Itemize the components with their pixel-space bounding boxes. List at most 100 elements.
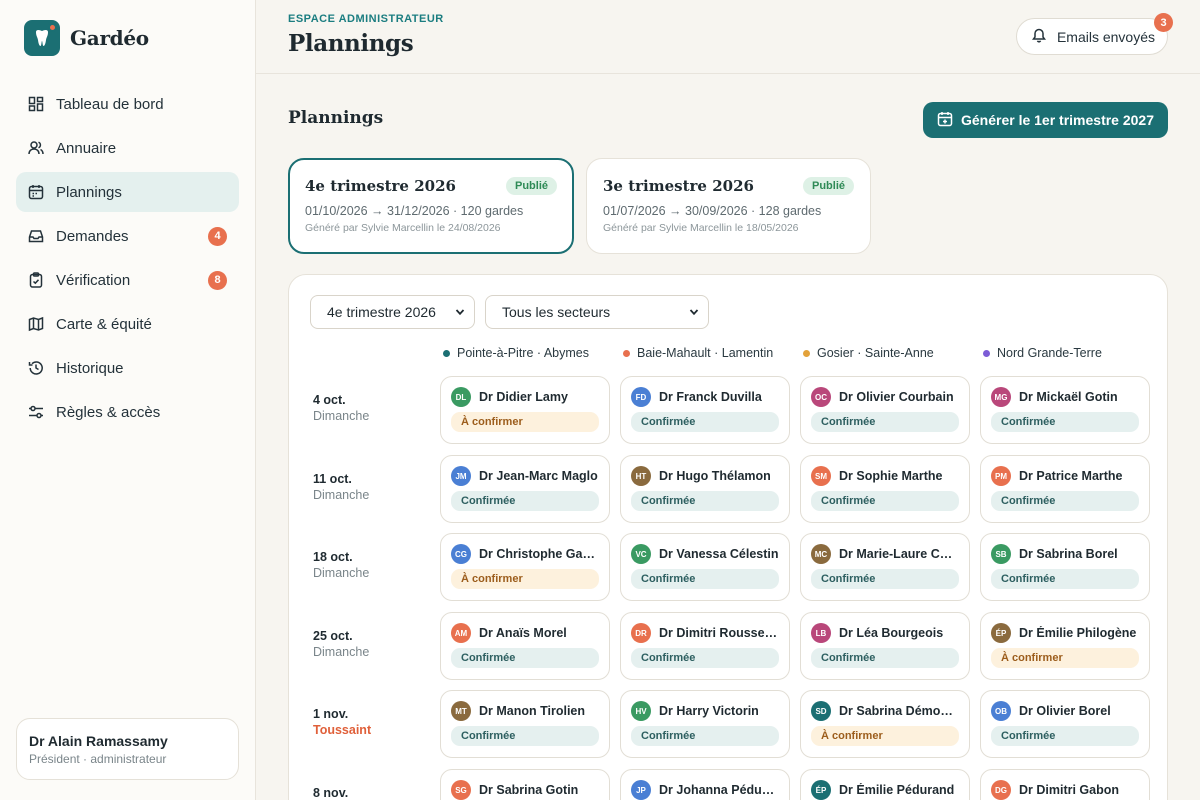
generate-quarter-button[interactable]: Générer le 1er trimestre 2027 <box>923 102 1168 138</box>
shift-card[interactable]: DGDr Dimitri GabonConfirmée <box>980 769 1150 800</box>
sidebar-item-label: Règles & accès <box>56 403 161 421</box>
brand-name: Gardéo <box>70 26 149 50</box>
sidebar-item-verification[interactable]: Vérification 8 <box>16 260 239 300</box>
shift-card[interactable]: DL Dr Didier Lamy À confirmer <box>440 376 610 444</box>
sidebar-item-label: Plannings <box>56 183 122 201</box>
doctor-name: Dr Hugo Thélamon <box>659 469 771 483</box>
status-badge: Confirmée <box>631 726 779 746</box>
status-badge: Confirmée <box>811 491 959 511</box>
sector-dot-icon <box>443 349 450 357</box>
row-date: 1 nov. Toussaint <box>313 707 371 737</box>
row-date: 4 oct. Dimanche <box>313 393 369 423</box>
avatar: PM <box>991 466 1011 486</box>
shift-card[interactable]: HV Dr Harry Victorin Confirmée <box>620 690 790 758</box>
doctor-name: Dr Didier Lamy <box>479 390 568 404</box>
status-badge: Confirmée <box>991 412 1139 432</box>
quarter-select-value: 4e trimestre 2026 <box>327 304 436 320</box>
sidebar-item-tableau-de-bord[interactable]: Tableau de bord <box>16 84 239 124</box>
shift-card[interactable]: MT Dr Manon Tirolien Confirmée <box>440 690 610 758</box>
shift-card[interactable]: SD Dr Sabrina Démocrite À confirmer <box>800 690 970 758</box>
status-badge: À confirmer <box>811 726 959 746</box>
shift-card[interactable]: VC Dr Vanessa Célestin Confirmée <box>620 533 790 601</box>
section-title: Plannings <box>288 108 384 128</box>
status-badge: À confirmer <box>451 412 599 432</box>
quarter-card-q3-2026[interactable]: 3e trimestre 2026 Publié 01/07/2026 → 30… <box>586 158 871 254</box>
avatar: JM <box>451 466 471 486</box>
doctor-name: Dr Olivier Courbain <box>839 390 954 404</box>
sidebar-item-label: Historique <box>56 359 124 377</box>
shift-card[interactable]: SGDr Sabrina GotinConfirmée <box>440 769 610 800</box>
shift-card[interactable]: FD Dr Franck Duvilla Confirmée <box>620 376 790 444</box>
emails-sent-button[interactable]: Emails envoyés 3 <box>1015 13 1173 55</box>
avatar: DR <box>631 623 651 643</box>
doctor-name: Dr Johanna Pédurand <box>659 783 779 797</box>
doctor-name: Dr Manon Tirolien <box>479 704 586 718</box>
sector-dot-icon <box>803 349 810 357</box>
sidebar-item-plannings[interactable]: Plannings <box>16 172 239 212</box>
sector-name: Nord Grande-Terre <box>997 346 1102 360</box>
avatar: DL <box>451 387 471 407</box>
sector-dot-icon <box>983 349 990 357</box>
user-name: Dr Alain Ramassamy <box>29 733 168 749</box>
generate-quarter-label: Générer le 1er trimestre 2027 <box>960 112 1154 128</box>
shift-card[interactable]: HT Dr Hugo Thélamon Confirmée <box>620 455 790 523</box>
weekday-label: Dimanche <box>313 488 370 502</box>
status-badge: Publié <box>505 177 557 195</box>
calendar-plus-icon <box>937 111 953 130</box>
shift-card[interactable]: ÉP Dr Émilie Philogène À confirmer <box>980 612 1150 680</box>
sidebar-item-carte-equite[interactable]: Carte & équité <box>16 304 239 344</box>
avatar: SM <box>811 466 831 486</box>
shift-card[interactable]: PM Dr Patrice Marthe Confirmée <box>980 455 1150 523</box>
shift-card[interactable]: AM Dr Anaïs Morel Confirmée <box>440 612 610 680</box>
status-badge: Confirmée <box>811 412 959 432</box>
date-label: 18 oct. <box>313 550 353 564</box>
user-card[interactable]: Dr Alain Ramassamy Président · administr… <box>16 718 239 780</box>
shift-card[interactable]: SM Dr Sophie Marthe Confirmée <box>800 455 970 523</box>
quarter-select[interactable]: 4e trimestre 2026 <box>310 295 475 329</box>
history-icon <box>28 360 44 376</box>
sector-dot-icon <box>623 349 630 357</box>
shift-card[interactable]: JM Dr Jean-Marc Maglo Confirmée <box>440 455 610 523</box>
chevron-down-icon <box>689 304 699 320</box>
shift-card[interactable]: ÉPDr Émilie PédurandConfirmée <box>800 769 970 800</box>
shift-card[interactable]: LB Dr Léa Bourgeois Confirmée <box>800 612 970 680</box>
doctor-name: Dr Franck Duvilla <box>659 390 762 404</box>
sidebar-item-demandes[interactable]: Demandes 4 <box>16 216 239 256</box>
doctor-name: Dr Patrice Marthe <box>1019 469 1123 483</box>
avatar: FD <box>631 387 651 407</box>
shift-card[interactable]: OC Dr Olivier Courbain Confirmée <box>800 376 970 444</box>
shift-card[interactable]: CG Dr Christophe Gadet À confirmer <box>440 533 610 601</box>
shift-card[interactable]: SB Dr Sabrina Borel Confirmée <box>980 533 1150 601</box>
status-badge: Confirmée <box>631 491 779 511</box>
dashboard-icon <box>28 96 44 112</box>
sidebar-item-regles-acces[interactable]: Règles & accès <box>16 392 239 432</box>
header-eyebrow: ESPACE ADMINISTRATEUR <box>288 13 444 25</box>
sector-header-baie-mahault: Baie-Mahault · Lamentin <box>623 346 773 360</box>
brand[interactable]: Gardéo <box>24 20 149 56</box>
doctor-name: Dr Jean-Marc Maglo <box>479 469 598 483</box>
doctor-name: Dr Anaïs Morel <box>479 626 567 640</box>
sector-select[interactable]: Tous les secteurs <box>485 295 709 329</box>
bell-icon <box>1031 27 1047 46</box>
avatar: SB <box>991 544 1011 564</box>
doctor-name: Dr Sabrina Gotin <box>479 783 579 797</box>
shift-card[interactable]: OB Dr Olivier Borel Confirmée <box>980 690 1150 758</box>
sidebar: Gardéo Tableau de bord Annuaire Planning… <box>0 0 256 800</box>
quarter-card-q4-2026[interactable]: 4e trimestre 2026 Publié 01/10/2026 → 31… <box>288 158 574 254</box>
doctor-name: Dr Mickaël Gotin <box>1019 390 1118 404</box>
date-label: 11 oct. <box>313 472 352 486</box>
shift-card[interactable]: DR Dr Dimitri Rousseau Confirmée <box>620 612 790 680</box>
sidebar-item-label: Demandes <box>56 227 129 245</box>
sector-header-pointe-a-pitre: Pointe-à-Pitre · Abymes <box>443 346 589 360</box>
shift-card[interactable]: MC Dr Marie-Laure Célestin Confirmée <box>800 533 970 601</box>
doctor-name: Dr Dimitri Gabon <box>1019 783 1120 797</box>
avatar: ÉP <box>991 623 1011 643</box>
status-badge: Confirmée <box>631 569 779 589</box>
shift-card[interactable]: MG Dr Mickaël Gotin Confirmée <box>980 376 1150 444</box>
weekday-label: Dimanche <box>313 409 370 423</box>
status-badge: Confirmée <box>811 569 959 589</box>
sidebar-item-annuaire[interactable]: Annuaire <box>16 128 239 168</box>
shift-card[interactable]: JPDr Johanna PédurandConfirmée <box>620 769 790 800</box>
sidebar-item-historique[interactable]: Historique <box>16 348 239 388</box>
tooth-logo-icon <box>24 20 60 56</box>
